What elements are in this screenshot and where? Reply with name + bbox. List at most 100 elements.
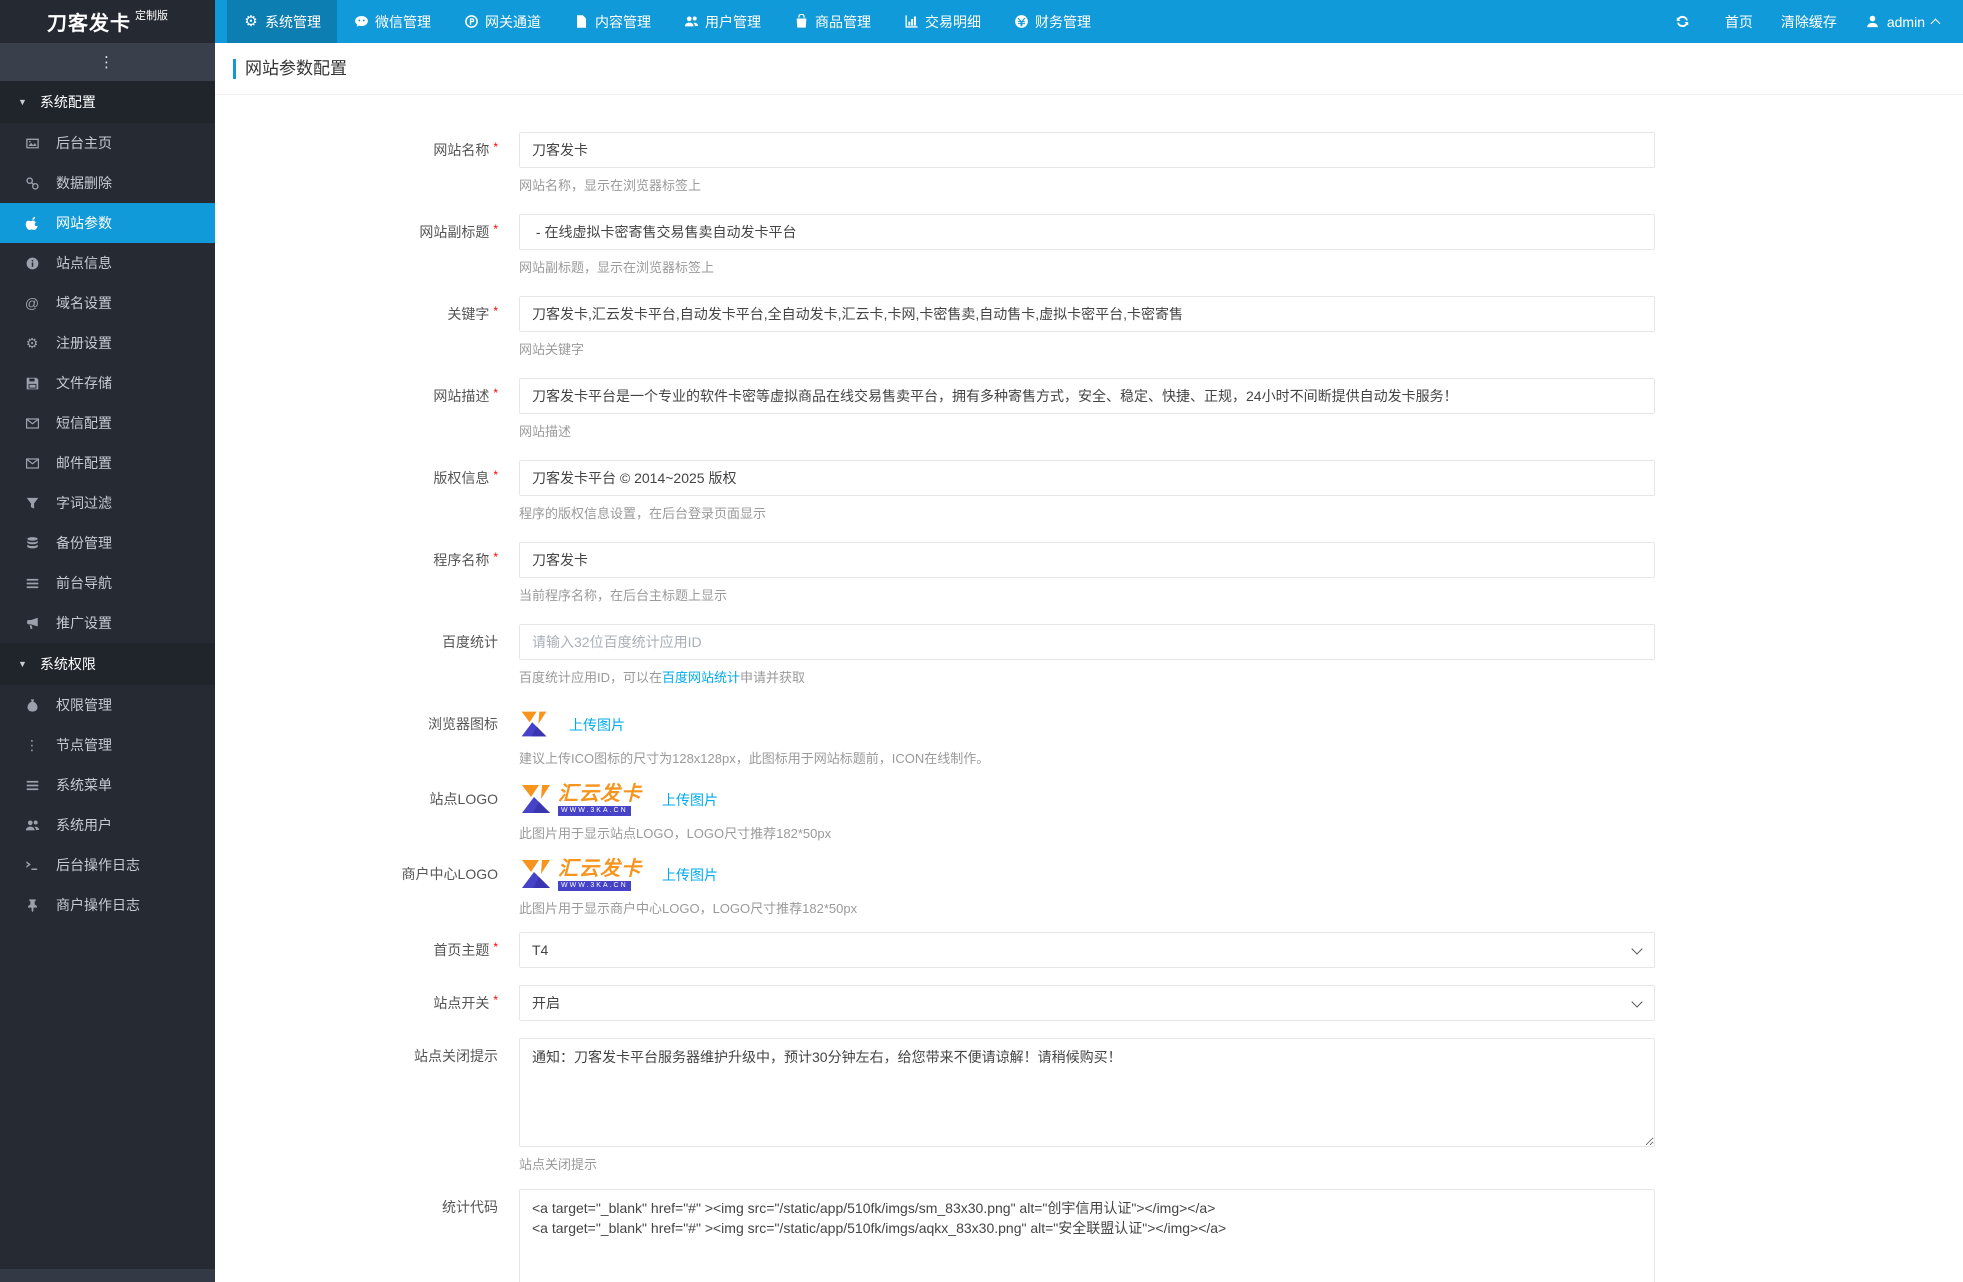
top-nav-item-label: 财务管理 xyxy=(1035,12,1091,32)
sidebar-item-label: 邮件配置 xyxy=(56,453,112,473)
site-logo-upload-link[interactable]: 上传图片 xyxy=(662,790,718,810)
sidebar-item-推广设置[interactable]: 推广设置 xyxy=(0,603,215,643)
baidu-stats-link[interactable]: 百度网站统计 xyxy=(662,670,740,685)
top-nav-menu: ⚙系统管理微信管理网关通道 内容管理用户管理商品管理交易明细 财务管理 xyxy=(215,0,1107,43)
sidebar-item-label: 站点信息 xyxy=(56,253,112,273)
top-nav-item-财务管理[interactable]: 财务管理 xyxy=(997,0,1107,43)
sidebar-item-label: 后台操作日志 xyxy=(56,855,140,875)
sidebar-scrollbar[interactable] xyxy=(0,1269,215,1282)
clear-cache-button[interactable]: 清除缓存 xyxy=(1767,0,1851,43)
form-row-stats-code: 统计代码 xyxy=(215,1189,1963,1282)
copyright-input[interactable] xyxy=(519,460,1655,496)
site-logo-image: 汇云发卡WWW.3KA.CN xyxy=(519,857,642,894)
sidebar-item-文件存储[interactable]: 文件存储 xyxy=(0,363,215,403)
sidebar-item-网站参数[interactable]: 网站参数 xyxy=(0,203,215,243)
sidebar-group-title: 系统配置 xyxy=(40,92,96,112)
field-control-browser-icon: 上传图片建议上传ICO图标的尺寸为128x128px，此图标用于网站标题前，IC… xyxy=(519,706,1655,767)
home-link[interactable]: 首页 xyxy=(1711,0,1767,43)
top-nav-item-label: 内容管理 xyxy=(595,12,651,32)
topbar-right-menu: 首页 清除缓存 admin xyxy=(1661,0,1963,43)
top-nav-item-用户管理[interactable]: 用户管理 xyxy=(667,0,777,43)
sidebar-item-前台导航[interactable]: 前台导航 xyxy=(0,563,215,603)
database-icon xyxy=(24,535,40,551)
top-nav-item-交易明细[interactable]: 交易明细 xyxy=(887,0,997,43)
sidebar-item-后台主页[interactable]: 后台主页 xyxy=(0,123,215,163)
sidebar-item-节点管理[interactable]: ⋮节点管理 xyxy=(0,725,215,765)
field-label-home-theme: 首页主题* xyxy=(215,932,498,969)
field-label-site-close-tip: 站点关闭提示 xyxy=(215,1038,498,1173)
sidebar-item-系统用户[interactable]: 系统用户 xyxy=(0,805,215,845)
baidu-stats-input[interactable] xyxy=(519,624,1655,660)
top-nav-item-网关通道[interactable]: 网关通道 xyxy=(447,0,557,43)
sidebar-collapse-toggle[interactable]: ⋮ xyxy=(0,43,215,81)
sidebar-item-备份管理[interactable]: 备份管理 xyxy=(0,523,215,563)
top-nav-item-系统管理[interactable]: ⚙系统管理 xyxy=(227,0,337,43)
sidebar-item-商户操作日志[interactable]: 商户操作日志 xyxy=(0,885,215,925)
sidebar-item-label: 文件存储 xyxy=(56,373,112,393)
top-nav-item-微信管理[interactable]: 微信管理 xyxy=(337,0,447,43)
sidebar-item-短信配置[interactable]: 短信配置 xyxy=(0,403,215,443)
menu-icon xyxy=(24,777,40,793)
field-help-program-name: 当前程序名称，在后台主标题上显示 xyxy=(519,587,1655,604)
site-logo-text: 汇云发卡 xyxy=(558,859,642,880)
user-menu[interactable]: admin xyxy=(1851,0,1953,43)
site-logo-mark xyxy=(519,709,549,742)
site-name-input[interactable] xyxy=(519,132,1655,168)
sidebar-group-系统权限[interactable]: ▼ 系统权限 xyxy=(0,643,215,685)
sidebar-item-域名设置[interactable]: @域名设置 xyxy=(0,283,215,323)
sidebar-item-权限管理[interactable]: 权限管理 xyxy=(0,685,215,725)
main-content: 网站参数配置 网站名称*网站名称，显示在浏览器标签上网站副标题*网站副标题，显示… xyxy=(215,43,1963,1282)
keywords-input[interactable] xyxy=(519,296,1655,332)
field-control-site-name: 网站名称，显示在浏览器标签上 xyxy=(519,132,1655,194)
field-label-baidu-stats: 百度统计 xyxy=(215,624,498,686)
site-subtitle-input[interactable] xyxy=(519,214,1655,250)
sidebar-group-系统配置[interactable]: ▼系统配置 xyxy=(0,81,215,123)
apple-icon xyxy=(24,215,40,231)
app-logo-badge: 定制版 xyxy=(135,7,168,23)
chevron-down-icon: ▼ xyxy=(18,659,27,669)
browser-icon-upload-link[interactable]: 上传图片 xyxy=(569,715,625,735)
site-description-input[interactable] xyxy=(519,378,1655,414)
sidebar-item-系统菜单[interactable]: 系统菜单 xyxy=(0,765,215,805)
field-help-site-description: 网站描述 xyxy=(519,423,1655,440)
sidebar-item-数据删除[interactable]: 数据删除 xyxy=(0,163,215,203)
lock-icon xyxy=(24,697,40,713)
merchant-logo-upload-link[interactable]: 上传图片 xyxy=(662,865,718,885)
top-nav-item-内容管理[interactable]: 内容管理 xyxy=(557,0,667,43)
field-help-site-logo: 此图片用于显示站点LOGO，LOGO尺寸推荐182*50px xyxy=(519,825,1655,842)
required-asterisk: * xyxy=(493,940,498,954)
sidebar-item-注册设置[interactable]: ⚙注册设置 xyxy=(0,323,215,363)
sidebar-item-label: 注册设置 xyxy=(56,333,112,353)
field-label-site-subtitle: 网站副标题* xyxy=(215,214,498,276)
field-control-baidu-stats: 百度统计应用ID，可以在百度网站统计申请并获取 xyxy=(519,624,1655,686)
site-switch-select[interactable]: 开启 xyxy=(519,985,1655,1021)
sidebar-item-邮件配置[interactable]: 邮件配置 xyxy=(0,443,215,483)
field-control-site-switch: 开启 xyxy=(519,985,1655,1022)
field-help-site-name: 网站名称，显示在浏览器标签上 xyxy=(519,177,1655,194)
sidebar-item-label: 商户操作日志 xyxy=(56,895,140,915)
terminal-icon xyxy=(24,857,40,873)
sidebar-item-站点信息[interactable]: 站点信息 xyxy=(0,243,215,283)
top-nav-item-商品管理[interactable]: 商品管理 xyxy=(777,0,887,43)
program-name-input[interactable] xyxy=(519,542,1655,578)
site-logo-mark xyxy=(519,782,553,819)
form-row-merchant-logo: 商户中心LOGO汇云发卡WWW.3KA.CN上传图片此图片用于显示商户中心LOG… xyxy=(215,856,1963,917)
sidebar-item-label: 系统用户 xyxy=(56,815,112,835)
sidebar-item-后台操作日志[interactable]: 后台操作日志 xyxy=(0,845,215,885)
form-row-program-name: 程序名称*当前程序名称，在后台主标题上显示 xyxy=(215,542,1963,604)
form-row-site-switch: 站点开关*开启 xyxy=(215,985,1963,1022)
refresh-button[interactable] xyxy=(1661,0,1711,43)
field-control-site-description: 网站描述 xyxy=(519,378,1655,440)
form-row-home-theme: 首页主题* T4 xyxy=(215,932,1963,969)
field-control-keywords: 网站关键字 xyxy=(519,296,1655,358)
field-label-browser-icon: 浏览器图标 xyxy=(215,706,498,767)
field-help-site-subtitle: 网站副标题，显示在浏览器标签上 xyxy=(519,259,1655,276)
site-logo-subtext: WWW.3KA.CN xyxy=(558,806,631,816)
required-asterisk: * xyxy=(493,468,498,482)
sidebar-group-title: 系统权限 xyxy=(40,654,96,674)
required-asterisk: * xyxy=(493,304,498,318)
sidebar-item-字词过滤[interactable]: 字词过滤 xyxy=(0,483,215,523)
stats-code-textarea[interactable] xyxy=(519,1189,1655,1282)
site-close-tip-textarea[interactable] xyxy=(519,1038,1655,1147)
home-theme-select[interactable]: T4 xyxy=(519,932,1655,968)
